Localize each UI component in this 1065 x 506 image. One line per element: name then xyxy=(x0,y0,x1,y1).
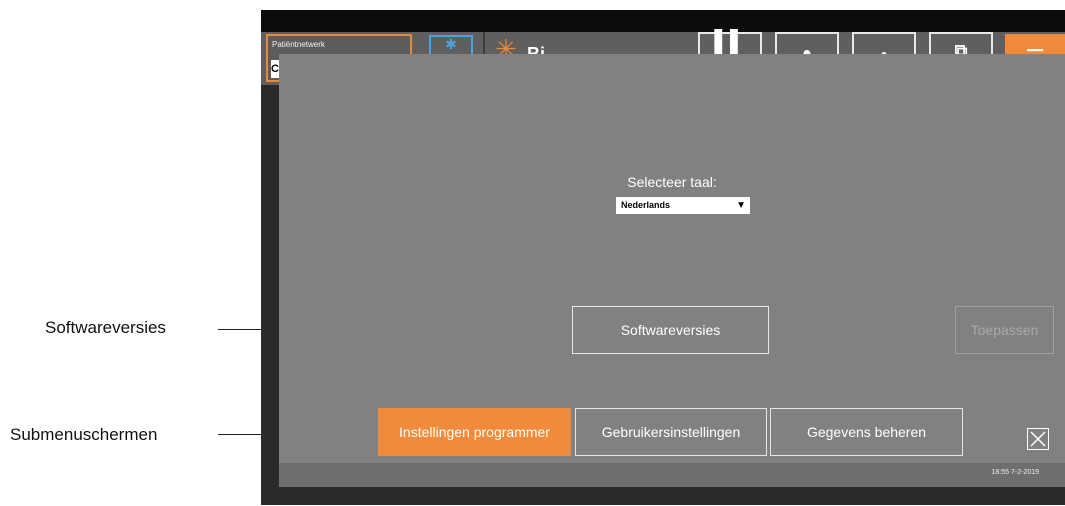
tab-instellingen-programmer[interactable]: Instellingen programmer xyxy=(378,408,571,456)
apply-button[interactable]: Toepassen xyxy=(955,306,1054,354)
close-icon xyxy=(1030,431,1046,447)
language-label: Selecteer taal: xyxy=(627,174,717,190)
softwareversies-button[interactable]: Softwareversies xyxy=(572,306,769,354)
tab-label: Instellingen programmer xyxy=(399,424,550,440)
status-bar: 18:55 7-2-2019 xyxy=(279,463,1065,487)
tab-label: Gebruikersinstellingen xyxy=(601,424,741,440)
dropdown-caret-icon: ▼ xyxy=(736,200,746,211)
tab-gebruikersinstellingen[interactable]: Gebruikersinstellingen xyxy=(575,408,767,456)
top-strip xyxy=(261,10,1065,32)
lead-icon: ▌▌ xyxy=(714,29,746,54)
language-value: Nederlands xyxy=(621,200,671,210)
close-button[interactable] xyxy=(1027,428,1049,450)
settings-panel: Selecteer taal: Nederlands ▼ Softwarever… xyxy=(279,54,1065,463)
bluetooth-icon: ✱ xyxy=(445,36,457,52)
patient-network-label: Patiëntnetwerk xyxy=(272,40,325,49)
tab-gegevens-beheren[interactable]: Gegevens beheren xyxy=(770,408,963,456)
datetime-text: 18:55 7-2-2019 xyxy=(991,469,1039,476)
tab-label: Gegevens beheren xyxy=(806,424,927,440)
apply-button-label: Toepassen xyxy=(970,322,1039,338)
softwareversies-button-label: Softwareversies xyxy=(620,322,721,338)
language-select[interactable]: Nederlands ▼ xyxy=(616,197,750,214)
callout-submenuschermen-label: Submenuschermen xyxy=(10,425,158,444)
device-screen: Patiëntnetwerk C ✱ ✳ Bi ▌▌ ● ● ⧉ ☰ Selec… xyxy=(261,10,1065,505)
callout-softwareversies-label: Softwareversies xyxy=(45,318,166,337)
